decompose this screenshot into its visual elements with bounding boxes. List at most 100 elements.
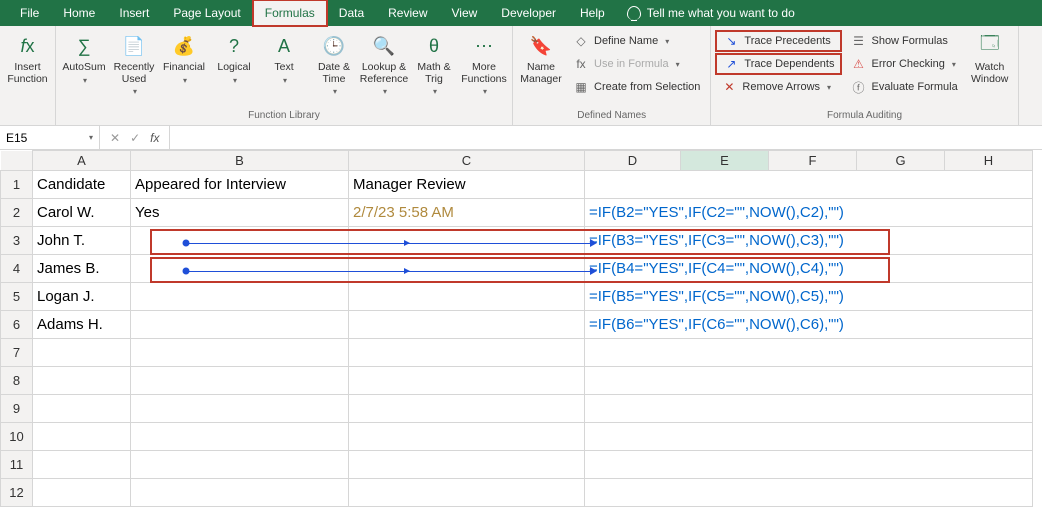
watch-window-button[interactable]: 🗔Watch Window	[966, 30, 1014, 87]
cell[interactable]	[33, 451, 131, 479]
cell[interactable]	[349, 255, 585, 283]
autosum-button[interactable]: ∑AutoSum▾	[60, 30, 108, 87]
tab-home[interactable]: Home	[51, 0, 107, 26]
tab-file[interactable]: File	[8, 0, 51, 26]
cell[interactable]: Logan J.	[33, 283, 131, 311]
cell[interactable]	[585, 171, 1033, 199]
fx-label[interactable]: fx	[150, 131, 159, 145]
cell[interactable]	[131, 423, 349, 451]
cell[interactable]: 2/7/23 5:58 AM	[349, 199, 585, 227]
define-name-button[interactable]: ◇Define Name▾	[567, 30, 706, 52]
cell[interactable]: John T.	[33, 227, 131, 255]
cell[interactable]	[349, 423, 585, 451]
cell[interactable]: =IF(B5="YES",IF(C5="",NOW(),C5),"")	[585, 283, 1033, 311]
text-button[interactable]: AText▾	[260, 30, 308, 87]
tab-view[interactable]: View	[440, 0, 490, 26]
tell-me-search[interactable]: Tell me what you want to do	[617, 6, 805, 20]
col-header-G[interactable]: G	[857, 151, 945, 171]
row-header[interactable]: 8	[1, 367, 33, 395]
tab-formulas[interactable]: Formulas	[253, 0, 327, 26]
trace-precedents-button[interactable]: ↘Trace Precedents	[715, 30, 842, 52]
cell[interactable]	[131, 227, 349, 255]
row-header[interactable]: 11	[1, 451, 33, 479]
enter-icon[interactable]: ✓	[130, 131, 140, 145]
financial-button[interactable]: 💰Financial▾	[160, 30, 208, 87]
cell[interactable]	[585, 479, 1033, 507]
cell[interactable]: Manager Review	[349, 171, 585, 199]
cell[interactable]	[131, 283, 349, 311]
row-header[interactable]: 9	[1, 395, 33, 423]
trace-dependents-button[interactable]: ↗Trace Dependents	[715, 53, 842, 75]
row-header[interactable]: 7	[1, 339, 33, 367]
cell[interactable]	[33, 367, 131, 395]
cell[interactable]: =IF(B6="YES",IF(C6="",NOW(),C6),"")	[585, 311, 1033, 339]
name-box[interactable]: E15▾	[0, 126, 100, 149]
logical-button[interactable]: ?Logical▾	[210, 30, 258, 87]
cell[interactable]	[349, 227, 585, 255]
cell[interactable]	[349, 283, 585, 311]
row-header[interactable]: 12	[1, 479, 33, 507]
recently-used-button[interactable]: 📄Recently Used▾	[110, 30, 158, 98]
tab-data[interactable]: Data	[327, 0, 376, 26]
tab-insert[interactable]: Insert	[107, 0, 161, 26]
row-header[interactable]: 3	[1, 227, 33, 255]
cell[interactable]	[349, 367, 585, 395]
cell[interactable]	[33, 395, 131, 423]
cell[interactable]	[33, 479, 131, 507]
cell[interactable]: Carol W.	[33, 199, 131, 227]
cell[interactable]	[131, 395, 349, 423]
tab-review[interactable]: Review	[376, 0, 439, 26]
cell[interactable]	[585, 451, 1033, 479]
evaluate-formula-button[interactable]: ⓕEvaluate Formula	[844, 76, 963, 98]
select-all-corner[interactable]	[1, 151, 33, 171]
cell[interactable]	[131, 339, 349, 367]
cell[interactable]	[131, 479, 349, 507]
cell[interactable]	[585, 395, 1033, 423]
cell[interactable]: =IF(B2="YES",IF(C2="",NOW(),C2),"")	[585, 199, 1033, 227]
insert-function-button[interactable]: fx Insert Function	[4, 30, 51, 87]
create-from-selection-button[interactable]: ▦Create from Selection	[567, 76, 706, 98]
cell[interactable]	[585, 339, 1033, 367]
col-header-E[interactable]: E	[681, 151, 769, 171]
row-header[interactable]: 1	[1, 171, 33, 199]
col-header-B[interactable]: B	[131, 151, 349, 171]
error-checking-button[interactable]: ⚠Error Checking▾	[844, 53, 963, 75]
cell[interactable]	[585, 367, 1033, 395]
cell[interactable]: Appeared for Interview	[131, 171, 349, 199]
row-header[interactable]: 2	[1, 199, 33, 227]
col-header-F[interactable]: F	[769, 151, 857, 171]
row-header[interactable]: 6	[1, 311, 33, 339]
cell[interactable]: Yes	[131, 199, 349, 227]
cell[interactable]	[349, 395, 585, 423]
col-header-C[interactable]: C	[349, 151, 585, 171]
cell[interactable]	[585, 423, 1033, 451]
row-header[interactable]: 10	[1, 423, 33, 451]
more-functions-button[interactable]: ⋯More Functions▾	[460, 30, 508, 98]
col-header-A[interactable]: A	[33, 151, 131, 171]
cell[interactable]	[349, 479, 585, 507]
date-time-button[interactable]: 🕒Date & Time▾	[310, 30, 358, 98]
cell[interactable]	[33, 423, 131, 451]
tab-developer[interactable]: Developer	[489, 0, 568, 26]
cell[interactable]: Candidate	[33, 171, 131, 199]
cell[interactable]: Adams H.	[33, 311, 131, 339]
row-header[interactable]: 4	[1, 255, 33, 283]
cell[interactable]: James B.	[33, 255, 131, 283]
cancel-icon[interactable]: ✕	[110, 131, 120, 145]
cell[interactable]	[131, 255, 349, 283]
lookup-button[interactable]: 🔍Lookup & Reference▾	[360, 30, 408, 98]
math-button[interactable]: θMath & Trig▾	[410, 30, 458, 98]
col-header-D[interactable]: D	[585, 151, 681, 171]
tab-page-layout[interactable]: Page Layout	[161, 0, 252, 26]
cell[interactable]	[349, 451, 585, 479]
col-header-H[interactable]: H	[945, 151, 1033, 171]
cell[interactable]	[349, 311, 585, 339]
row-header[interactable]: 5	[1, 283, 33, 311]
cell[interactable]: =IF(B3="YES",IF(C3="",NOW(),C3),"")	[585, 227, 1033, 255]
cell[interactable]	[33, 339, 131, 367]
remove-arrows-button[interactable]: ✕Remove Arrows▾	[715, 76, 842, 98]
use-in-formula-button[interactable]: fxUse in Formula▾	[567, 53, 706, 75]
cell[interactable]	[131, 311, 349, 339]
cell[interactable]	[349, 339, 585, 367]
cell[interactable]: =IF(B4="YES",IF(C4="",NOW(),C4),"")	[585, 255, 1033, 283]
